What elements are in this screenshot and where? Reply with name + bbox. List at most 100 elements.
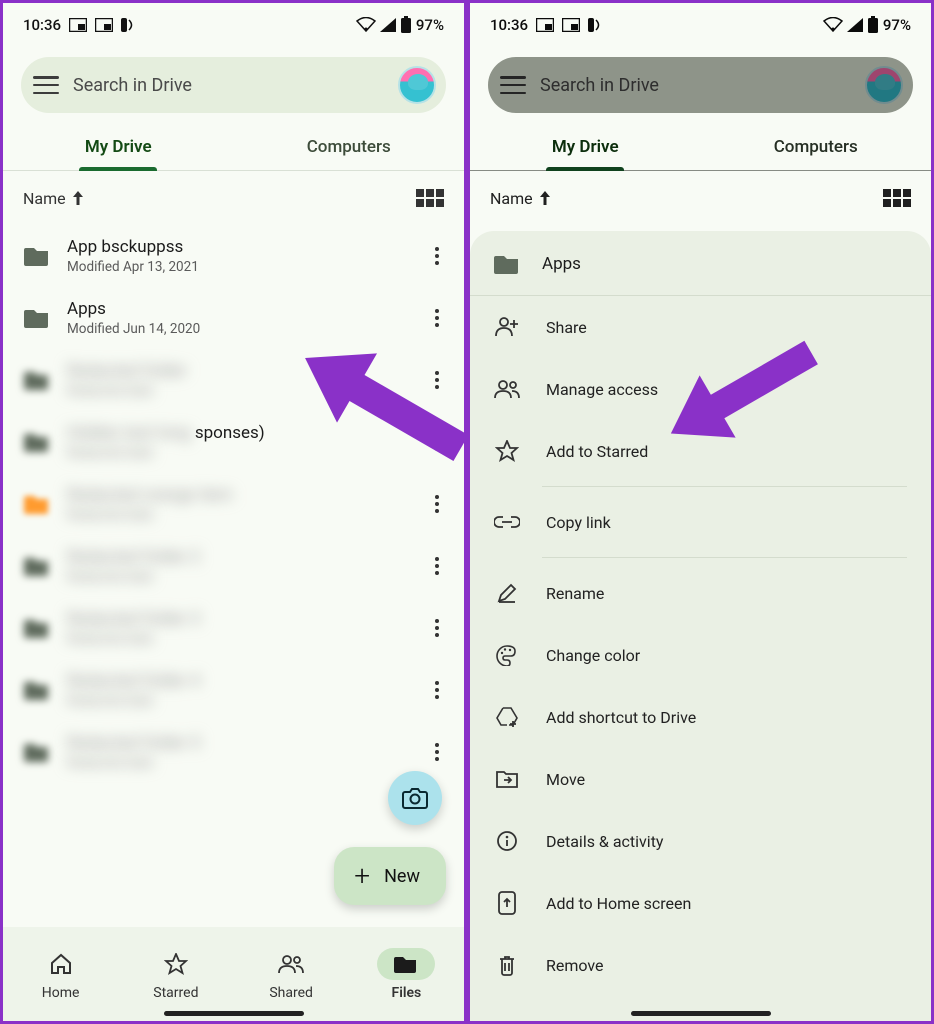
sheet-separator [542, 557, 907, 558]
sheet-item-label: Copy link [546, 513, 611, 532]
sheet-item-label: Rename [546, 584, 604, 603]
search-placeholder[interactable]: Search in Drive [534, 75, 857, 96]
file-meta: Redacted folder 2 Redacted date [67, 547, 408, 585]
sheet-item-label: Add to Starred [546, 442, 648, 461]
file-modified: Redacted date [67, 631, 408, 647]
file-row[interactable]: Redacted orange item Redacted date [3, 473, 464, 535]
more-options-button[interactable] [424, 502, 450, 506]
file-row[interactable]: Redacted folder 5 Redacted date [3, 721, 464, 783]
file-row[interactable]: Hidden text long sponses) Redacted date [3, 411, 464, 473]
file-meta: Redacted folder 4 Redacted date [67, 671, 408, 709]
menu-icon[interactable] [33, 76, 59, 94]
folder-icon [494, 253, 520, 275]
file-modified: Redacted date [67, 569, 408, 585]
gesture-bar [164, 1011, 304, 1016]
folder-icon [23, 242, 51, 270]
more-options-button[interactable] [424, 750, 450, 754]
sheet-item-copy-link[interactable]: Copy link [470, 491, 931, 553]
file-row[interactable]: Redacted folder 3 Redacted date [3, 597, 464, 659]
file-row[interactable]: Redacted folder 2 Redacted date [3, 535, 464, 597]
sheet-item-label: Remove [546, 956, 604, 975]
sheet-item-share[interactable]: Share [470, 296, 931, 358]
sheet-item-rename[interactable]: Rename [470, 562, 931, 624]
person-add-icon [494, 314, 520, 340]
nav-files[interactable]: Files [349, 927, 464, 1021]
file-meta: Apps Modified Jun 14, 2020 [67, 299, 408, 337]
picture-in-picture-icon [536, 18, 554, 32]
nav-home[interactable]: Home [3, 927, 118, 1021]
account-avatar[interactable] [865, 66, 903, 104]
tab-my-drive[interactable]: My Drive [470, 123, 701, 170]
file-name: Redacted folder 2 [67, 547, 408, 567]
bottom-nav: Home Starred Shared Files [3, 927, 464, 1021]
picture-in-picture-icon [69, 18, 87, 32]
nav-starred[interactable]: Starred [118, 927, 233, 1021]
wifi-icon [356, 17, 376, 33]
file-meta: Hidden text long sponses) Redacted date [67, 423, 408, 461]
status-bar: 10:36 97% [3, 3, 464, 47]
nav-home-label: Home [42, 985, 80, 1001]
file-name: App bsckuppss [67, 237, 408, 257]
file-name: Redacted folder [67, 361, 408, 381]
link-icon [494, 509, 520, 535]
sort-label: Name [23, 189, 66, 208]
more-options-button[interactable] [424, 316, 450, 320]
sheet-item-details-activity[interactable]: Details & activity [470, 810, 931, 872]
account-avatar[interactable] [398, 66, 436, 104]
people-icon [278, 954, 304, 974]
move-icon [494, 766, 520, 792]
arrow-up-icon [539, 191, 551, 205]
status-time: 10:36 [490, 16, 528, 34]
tab-computers[interactable]: Computers [701, 123, 932, 170]
star-icon [164, 953, 188, 975]
sheet-item-label: Change color [546, 646, 640, 665]
file-name: Redacted folder 4 [67, 671, 408, 691]
grid-view-icon[interactable] [416, 189, 444, 207]
status-bar: 10:36 97% [470, 3, 931, 47]
more-options-button[interactable] [424, 626, 450, 630]
file-modified: Redacted date [67, 445, 408, 461]
file-modified: Modified Apr 13, 2021 [67, 259, 408, 275]
file-row[interactable]: Redacted folder Redacted date [3, 349, 464, 411]
more-options-button[interactable] [424, 440, 450, 444]
menu-icon[interactable] [500, 76, 526, 94]
add-home-icon [494, 890, 520, 916]
palette-icon [494, 642, 520, 668]
sort-row: Name [3, 171, 464, 225]
folder-icon [23, 552, 51, 580]
file-modified: Redacted date [67, 693, 408, 709]
sheet-item-add-to-home-screen[interactable]: Add to Home screen [470, 872, 931, 934]
sheet-item-add-to-starred[interactable]: Add to Starred [470, 420, 931, 482]
sheet-item-move[interactable]: Move [470, 748, 931, 810]
more-options-button[interactable] [424, 564, 450, 568]
phone-right: 10:36 97% Search in Drive My Drive [467, 0, 934, 1024]
tab-my-drive[interactable]: My Drive [3, 123, 234, 170]
more-options-button[interactable] [424, 254, 450, 258]
star-icon [494, 438, 520, 464]
sort-button[interactable]: Name [23, 189, 84, 208]
nav-shared-label: Shared [269, 985, 313, 1001]
file-row[interactable]: Redacted folder 4 Redacted date [3, 659, 464, 721]
search-pill[interactable]: Search in Drive [21, 57, 446, 113]
file-row[interactable]: App bsckuppss Modified Apr 13, 2021 [3, 225, 464, 287]
nav-shared[interactable]: Shared [234, 927, 349, 1021]
sheet-item-change-color[interactable]: Change color [470, 624, 931, 686]
new-fab[interactable]: + New [334, 847, 446, 905]
app-icon [588, 16, 602, 34]
folder-icon [23, 304, 51, 332]
tab-computers[interactable]: Computers [234, 123, 465, 170]
drive-tabs: My Drive Computers [3, 123, 464, 171]
sheet-item-remove[interactable]: Remove [470, 934, 931, 996]
more-options-button[interactable] [424, 378, 450, 382]
camera-fab[interactable] [388, 771, 442, 825]
file-row[interactable]: Apps Modified Jun 14, 2020 [3, 287, 464, 349]
more-options-button[interactable] [424, 688, 450, 692]
sheet-item-manage-access[interactable]: Manage access [470, 358, 931, 420]
sheet-item-add-shortcut-to-drive[interactable]: Add shortcut to Drive [470, 686, 931, 748]
sort-label: Name [490, 189, 533, 208]
status-time: 10:36 [23, 16, 61, 34]
grid-view-icon[interactable] [883, 189, 911, 207]
sort-button[interactable]: Name [490, 189, 551, 208]
home-icon [49, 953, 73, 975]
search-placeholder[interactable]: Search in Drive [67, 75, 390, 96]
